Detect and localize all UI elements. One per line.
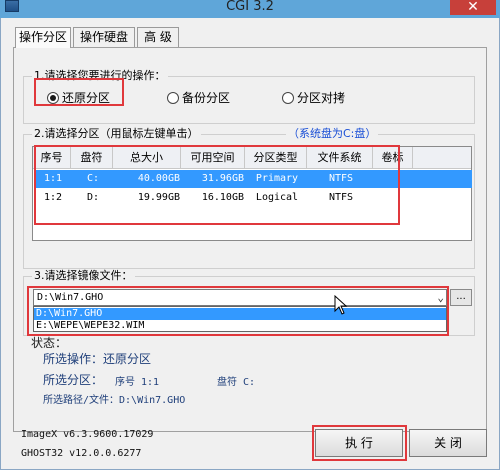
radio-backup-label: 备份分区 xyxy=(182,91,231,105)
cell-volume-label xyxy=(374,189,414,207)
dropdown-item-wepe[interactable]: E:\WEPE\WEPE32.WIM xyxy=(34,320,446,332)
tab-partition-ops[interactable]: 操作分区 xyxy=(15,27,71,48)
browse-button[interactable]: ... xyxy=(450,289,472,306)
radio-restore-dot[interactable] xyxy=(47,92,59,104)
cell-drive: C: xyxy=(86,173,100,184)
partition-list[interactable]: 序号 盘符 总大小 可用空间 分区类型 文件系统 卷标 1:1 C: 40.00… xyxy=(32,146,472,241)
cell-partition-type: Primary xyxy=(255,173,299,184)
column-drive[interactable]: 盘符 xyxy=(71,147,113,169)
image-group-label: 3.请选择镜像文件： xyxy=(32,269,135,282)
radio-backup-dot[interactable] xyxy=(167,92,179,104)
radio-copy-dot[interactable] xyxy=(282,92,294,104)
status-partition-drive: 盘符 C: xyxy=(217,377,256,388)
window-title: CGI 3.2 xyxy=(226,0,274,14)
radio-backup-partition[interactable]: 备份分区 xyxy=(167,91,230,105)
window-client: 操作分区 操作硬盘 高 级 1.请选择您要进行的操作： 还原分区 备份分区 分区… xyxy=(0,18,500,470)
cell-free-space: 16.10GB xyxy=(201,192,244,203)
ghost-version: GHOST32 v12.0.0.6277 xyxy=(21,448,142,459)
image-file-dropdown[interactable]: D:\Win7.GHO E:\WEPE\WEPE32.WIM xyxy=(33,306,447,332)
execute-button[interactable]: 执 行 xyxy=(315,429,403,457)
image-file-value: D:\Win7.GHO xyxy=(37,292,104,303)
partition-row[interactable]: 1:2 D: 19.99GB 16.10GB Logical NTFS xyxy=(34,189,472,207)
cell-index: 1:1 xyxy=(43,173,63,184)
cell-total-size: 19.99GB xyxy=(137,192,180,203)
status-partition-prefix: 所选分区： xyxy=(43,373,104,387)
image-file-combobox[interactable]: D:\Win7.GHO ⌄ xyxy=(33,289,447,306)
radio-restore-partition[interactable]: 还原分区 xyxy=(47,91,110,105)
cell-free-space: 31.96GB xyxy=(201,173,244,184)
status-path: 所选路径/文件：D:\Win7.GHO xyxy=(43,395,186,406)
status-partition-index: 序号 1:1 xyxy=(115,377,160,388)
operation-group-label: 1.请选择您要进行的操作： xyxy=(32,69,168,82)
tab-disk-ops[interactable]: 操作硬盘 xyxy=(73,27,135,47)
partition-list-header: 序号 盘符 总大小 可用空间 分区类型 文件系统 卷标 xyxy=(33,147,471,169)
cell-filesystem: NTFS xyxy=(328,192,354,203)
system-disk-note: （系统盘为C:盘） xyxy=(286,127,379,140)
status-label: 状态： xyxy=(31,336,68,350)
title-bar: CGI 3.2 ✕ xyxy=(0,0,500,18)
cell-total-size: 40.00GB xyxy=(137,173,180,184)
partition-group-label: 2.请选择分区（用鼠标左键单击） xyxy=(32,127,201,140)
tab-advanced[interactable]: 高 级 xyxy=(137,27,179,47)
dropdown-item-win7[interactable]: D:\Win7.GHO xyxy=(34,308,446,320)
cell-partition-type: Logical xyxy=(255,192,299,203)
radio-restore-label: 还原分区 xyxy=(62,91,111,105)
partition-row[interactable]: 1:1 C: 40.00GB 31.96GB Primary NTFS xyxy=(34,170,472,188)
close-button[interactable]: 关 闭 xyxy=(409,429,487,457)
cell-volume-label xyxy=(374,170,414,188)
radio-copy-partition[interactable]: 分区对拷 xyxy=(282,91,345,105)
column-free-space[interactable]: 可用空间 xyxy=(181,147,245,169)
cell-filesystem: NTFS xyxy=(328,173,354,184)
cell-index: 1:2 xyxy=(43,192,63,203)
column-total-size[interactable]: 总大小 xyxy=(113,147,181,169)
status-operation: 所选操作：还原分区 xyxy=(43,352,152,366)
column-index[interactable]: 序号 xyxy=(33,147,71,169)
column-volume-label[interactable]: 卷标 xyxy=(373,147,413,169)
chevron-down-icon[interactable]: ⌄ xyxy=(437,290,444,305)
close-window-button[interactable]: ✕ xyxy=(450,0,496,15)
radio-copy-label: 分区对拷 xyxy=(297,91,346,105)
column-partition-type[interactable]: 分区类型 xyxy=(245,147,307,169)
imagex-version: ImageX v6.3.9600.17029 xyxy=(21,429,154,440)
column-filesystem[interactable]: 文件系统 xyxy=(307,147,373,169)
mouse-cursor-icon xyxy=(334,294,348,315)
cell-drive: D: xyxy=(86,192,100,203)
